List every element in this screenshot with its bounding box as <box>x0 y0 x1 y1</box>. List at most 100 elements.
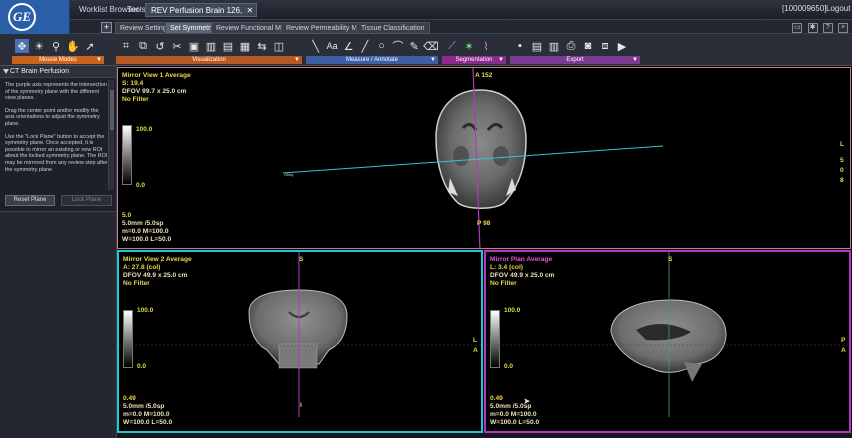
measure-annotate-group: ╲ Aa ∠ ╱ ○ ⌒ ✎ ⌫ Measure / Annotate ▼ <box>306 36 439 64</box>
viewport-mirror-view-2[interactable]: Mirror View 2 Average A: 27.8 (col) DFOV… <box>117 250 483 433</box>
add-tab-button[interactable]: + <box>101 22 112 33</box>
gear-icon[interactable]: ✱ <box>807 23 818 33</box>
close-app-icon[interactable]: × <box>838 23 848 33</box>
vp1-right-label: 8 <box>840 177 844 184</box>
instruction-paragraph: The purple axis represents the intersect… <box>5 82 107 102</box>
sidebar-lower-panel <box>0 211 116 438</box>
tab-rev-perfusion-label: REV Perfusion Brain 126, <box>151 6 243 15</box>
close-icon[interactable]: ✕ <box>246 4 253 18</box>
user-id: [100009650] <box>782 4 827 13</box>
viewport-mirror-view-1[interactable]: Obliq Mirror View 1 Average S: 19.4 DFOV… <box>117 67 851 249</box>
viewport-mirror-plan[interactable]: Mirror Plan Average L: 3.4 (col) DFOV 49… <box>484 250 851 433</box>
layers-icon[interactable]: ◫ <box>272 39 286 53</box>
vp2-right-label: L <box>473 337 478 344</box>
line-icon[interactable]: ╲ <box>309 39 322 53</box>
vp3-title: Mirror Plan Average <box>490 256 553 263</box>
crop-icon[interactable]: ⌗ <box>119 39 133 53</box>
vp1-scale-min: 0.0 <box>136 182 146 189</box>
tab-tissue-classification[interactable]: Tissue Classification <box>356 22 430 34</box>
chevron-down-icon: ▼ <box>96 57 102 63</box>
chevron-down-icon: ▼ <box>430 57 436 63</box>
tab-rev-perfusion[interactable]: REV Perfusion Brain 126, ✕ <box>145 3 258 18</box>
vp3-right-orientation: P A <box>841 336 846 356</box>
scrollbar-thumb[interactable] <box>110 90 114 130</box>
grid-icon[interactable]: ▦ <box>238 39 252 53</box>
vp2-grayscale-bar <box>123 310 133 368</box>
vp1-right-label: 5 <box>840 157 844 164</box>
vp3-thickness-value: 0.49 <box>490 395 503 402</box>
move-arrows-icon[interactable]: ✥ <box>15 39 29 53</box>
pan-hand-icon[interactable]: ✋ <box>66 39 80 53</box>
vp2-right-label: A <box>473 347 478 354</box>
camera-icon[interactable]: ◙ <box>581 39 595 53</box>
save-icon[interactable]: ▪ <box>513 39 527 53</box>
vp1-thickness: 5.0mm /5.0sp <box>122 220 164 227</box>
vp1-filter: No Filter <box>122 96 149 103</box>
bottom-status-strip <box>117 433 852 438</box>
vp2-scale-min: 0.0 <box>137 363 147 370</box>
measure-annotate-label: Measure / Annotate <box>345 57 399 63</box>
vp2-min-max: m=0.0 M=100.0 <box>123 411 170 418</box>
vp1-window-level: W=100.0 L=50.0 <box>122 236 172 243</box>
text-icon[interactable]: Aa <box>325 39 338 53</box>
seg-line-icon[interactable]: ⟋ <box>445 39 459 53</box>
curve-icon[interactable]: ╱ <box>358 39 371 53</box>
mouse-modes-label: Mouse Modes <box>39 57 77 63</box>
lock-plane-button[interactable]: Lock Plane <box>61 195 112 206</box>
vp1-dfov: DFOV 99.7 x 25.0 cm <box>122 88 187 95</box>
vp2-top-orientation: S <box>299 256 304 263</box>
vp2-thickness: 5.0mm /5.0sp <box>123 403 165 410</box>
sidebar-instructions: The purple axis represents the intersect… <box>0 78 116 188</box>
reset-plane-button[interactable]: Reset Plane <box>5 195 55 206</box>
angle-icon[interactable]: ∠ <box>342 39 355 53</box>
pointer-icon[interactable]: ➚ <box>83 39 97 53</box>
report-icon[interactable]: ▤ <box>530 39 544 53</box>
brightness-icon[interactable]: ☀ <box>32 39 46 53</box>
draw-icon[interactable]: ✎ <box>408 39 421 53</box>
eraser-icon[interactable]: ⌫ <box>423 39 439 53</box>
help-icon[interactable]: ? <box>822 23 833 33</box>
vp2-info-bottom: 0.49 5.0mm /5.0sp m=0.0 M=100.0 W=100.0 … <box>123 395 172 427</box>
print-icon[interactable]: ⎙ <box>564 39 578 53</box>
seg-wand-icon[interactable]: ✶ <box>462 39 476 53</box>
movie-icon[interactable]: ▶ <box>615 39 629 53</box>
window-controls: ▭ ✱ ? × <box>789 22 848 33</box>
spline-icon[interactable]: ⌒ <box>391 39 404 53</box>
vp1-min-max: m=0.0 M=100.0 <box>122 228 169 235</box>
sidebar-scrollbar[interactable] <box>108 80 114 190</box>
vp2-right-orientation: L A <box>473 336 478 356</box>
segmentation-menu[interactable]: Segmentation ▼ <box>442 56 506 64</box>
ellipse-icon[interactable]: ○ <box>375 39 388 53</box>
zoom-icon[interactable]: ⚲ <box>49 39 63 53</box>
vp1-top-orientation: A 152 <box>475 72 493 79</box>
window-icon[interactable]: ▤ <box>221 39 235 53</box>
vp1-right-label: 0 <box>840 167 844 174</box>
mouse-modes-menu[interactable]: Mouse Modes ▼ <box>12 56 104 64</box>
vp2-thickness-value: 0.49 <box>123 395 136 402</box>
logout-link[interactable]: Logout <box>826 4 850 13</box>
vp2-info-top: Mirror View 2 Average A: 27.8 (col) DFOV… <box>123 256 192 288</box>
export-group: ▪ ▤ ▥ ⎙ ◙ ⧈ ▶ Export ▼ <box>510 36 640 64</box>
monitor-icon[interactable]: ▭ <box>792 23 803 33</box>
sidebar-title[interactable]: CT Brain Perfusion <box>0 66 116 78</box>
vp1-scale-max: 100.0 <box>136 126 153 133</box>
cut-icon[interactable]: ✂ <box>170 39 184 53</box>
cube-icon[interactable]: ▣ <box>187 39 201 53</box>
vp1-position: S: 19.4 <box>122 80 144 87</box>
seg-brush-icon[interactable]: ⌇ <box>479 39 493 53</box>
mouse-modes-group: ✥ ☀ ⚲ ✋ ➚ Mouse Modes ▼ <box>12 36 104 64</box>
visualization-group: ⌗ ⧉ ↺ ✂ ▣ ▥ ▤ ▦ ⇆ ◫ Visualization ▼ <box>116 36 302 64</box>
export-image-icon[interactable]: ⧈ <box>598 39 612 53</box>
export-menu[interactable]: Export ▼ <box>510 56 640 64</box>
layout-icon[interactable]: ⧉ <box>136 39 150 53</box>
film-strip-icon[interactable]: ▥ <box>204 39 218 53</box>
flip-icon[interactable]: ⇆ <box>255 39 269 53</box>
reset-icon[interactable]: ↺ <box>153 39 167 53</box>
film-icon[interactable]: ▥ <box>547 39 561 53</box>
measure-annotate-menu[interactable]: Measure / Annotate ▼ <box>306 56 438 64</box>
svg-text:Obliq: Obliq <box>284 172 293 177</box>
vp1-thickness-value: 5.0 <box>122 212 132 219</box>
vp3-info-top: Mirror Plan Average L: 3.4 (col) DFOV 49… <box>490 256 555 288</box>
instruction-paragraph: Use the "Lock Plane" button to accept th… <box>5 133 108 173</box>
visualization-menu[interactable]: Visualization ▼ <box>116 56 302 64</box>
